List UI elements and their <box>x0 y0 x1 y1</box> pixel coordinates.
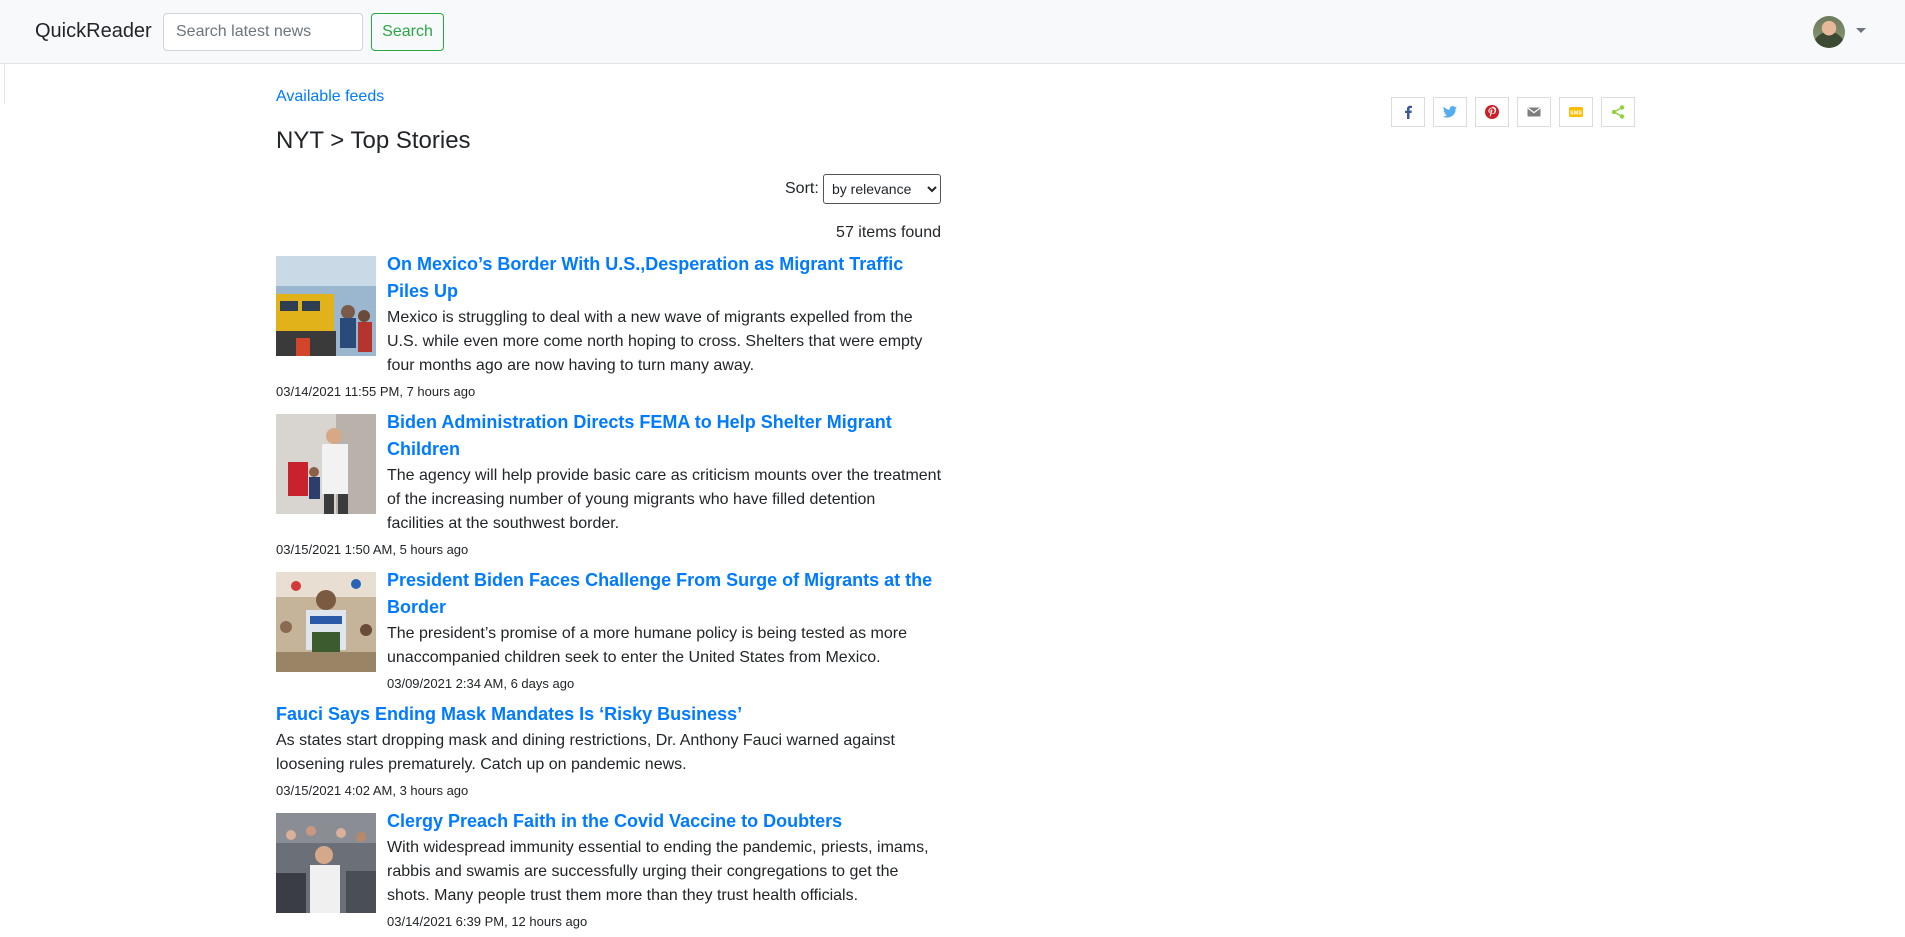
sort-label: Sort: <box>785 180 819 197</box>
article-description-line: rabbis and swamis are successfully urgin… <box>387 863 899 880</box>
share-generic-button[interactable] <box>1601 97 1635 127</box>
article-title-line[interactable]: Border <box>387 594 446 621</box>
article-description-line: The president’s promise of a more humane… <box>387 625 907 642</box>
article-thumbnail[interactable] <box>276 572 376 672</box>
article-description-line: Mexico is struggling to deal with a new … <box>387 309 913 326</box>
article-date: 03/14/2021 6:39 PM, 12 hours ago <box>387 914 588 929</box>
article-date: 03/15/2021 1:50 AM, 5 hours ago <box>276 542 469 557</box>
article-thumbnail[interactable] <box>276 256 376 356</box>
user-avatar[interactable] <box>1813 16 1845 48</box>
sms-icon: SMS <box>1569 107 1583 117</box>
share-pinterest-button[interactable] <box>1475 97 1509 127</box>
brand-logo[interactable]: QuickReader <box>35 20 152 43</box>
article-description-line: U.S. while even more come north hoping t… <box>387 333 923 350</box>
article-description-line: shots. Many people trust them more than … <box>387 887 859 904</box>
article-title-line[interactable]: Clergy Preach Faith in the Covid Vaccine… <box>387 808 842 835</box>
article-description-line: four months ago are now having to turn m… <box>387 357 755 374</box>
share-facebook-button[interactable] <box>1391 97 1425 127</box>
article-image <box>276 256 376 356</box>
article-image <box>276 813 376 913</box>
article-description-line: As states start dropping mask and dining… <box>276 732 895 749</box>
svg-text:SMS: SMS <box>1570 111 1582 117</box>
article-description-line: loosening rules prematurely. Catch up on… <box>276 756 687 773</box>
article-description-line: of the increasing number of young migran… <box>387 491 876 508</box>
twitter-icon <box>1443 106 1457 118</box>
article-thumbnail[interactable] <box>276 414 376 514</box>
article-title-line[interactable]: Children <box>387 436 460 463</box>
divider <box>0 64 5 104</box>
article-description-line: The agency will help provide basic care … <box>387 467 942 484</box>
search-button[interactable]: Search <box>371 13 444 51</box>
share-icon <box>1611 105 1625 119</box>
article-date: 03/15/2021 4:02 AM, 3 hours ago <box>276 783 469 798</box>
pinterest-icon <box>1485 105 1499 119</box>
available-feeds-link[interactable]: Available feeds <box>276 88 384 106</box>
article-title-line[interactable]: President Biden Faces Challenge From Sur… <box>387 567 932 594</box>
chevron-down-icon[interactable] <box>1856 28 1866 33</box>
article-thumbnail[interactable] <box>276 813 376 913</box>
article-title-line[interactable]: Fauci Says Ending Mask Mandates Is ‘Risk… <box>276 701 742 728</box>
article-image <box>276 414 376 514</box>
sort-select[interactable]: by relevance <box>823 174 941 204</box>
article-description-line: unaccompanied children seek to enter the… <box>387 649 881 666</box>
article-date: 03/14/2021 11:55 PM, 7 hours ago <box>276 384 476 399</box>
facebook-icon <box>1405 105 1412 119</box>
share-twitter-button[interactable] <box>1433 97 1467 127</box>
items-found-count: 57 items found <box>836 224 941 241</box>
article-date: 03/09/2021 2:34 AM, 6 days ago <box>387 676 575 691</box>
navbar: QuickReader Search <box>0 0 1905 64</box>
article-title-line[interactable]: Biden Administration Directs FEMA to Hel… <box>387 409 892 436</box>
page-title: NYT > Top Stories <box>276 127 471 154</box>
article-title-line[interactable]: On Mexico’s Border With U.S.,Desperation… <box>387 251 903 278</box>
article-image <box>276 572 376 672</box>
email-icon <box>1527 107 1541 117</box>
share-email-button[interactable] <box>1517 97 1551 127</box>
search-input[interactable] <box>163 13 363 51</box>
article-title-line[interactable]: Piles Up <box>387 278 458 305</box>
article-description-line: facilities at the southwest border. <box>387 515 620 532</box>
article-description-line: With widespread immunity essential to en… <box>387 839 929 856</box>
share-sms-button[interactable]: SMS <box>1559 97 1593 127</box>
